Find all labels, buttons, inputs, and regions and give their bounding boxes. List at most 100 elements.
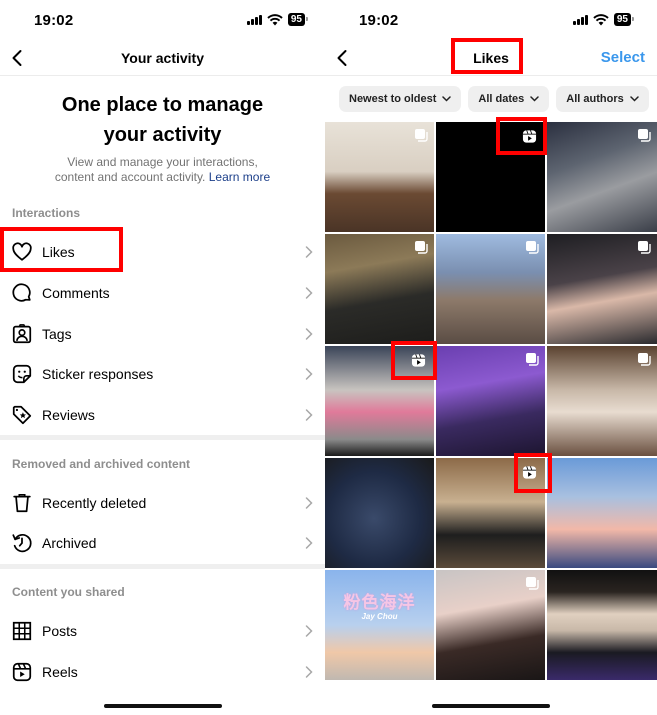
status-time: 19:02 [359, 12, 399, 29]
carousel-icon [526, 241, 539, 254]
filter-bar: Newest to oldest All dates All authors [339, 86, 649, 112]
menu-item-posts[interactable]: Posts [0, 611, 325, 651]
liked-post-thumbnail[interactable] [436, 346, 545, 456]
menu-label: Sticker responses [42, 366, 154, 382]
trash-icon [13, 493, 31, 513]
liked-post-thumbnail[interactable] [325, 234, 434, 344]
liked-post-thumbnail[interactable] [547, 570, 657, 680]
reel-icon [522, 466, 537, 479]
chevron-right-icon [305, 246, 313, 258]
date-filter-dropdown[interactable]: All dates [468, 86, 550, 112]
wifi-icon [267, 13, 283, 25]
liked-post-thumbnail[interactable] [436, 234, 545, 344]
hero-title-line-1: One place to manage [61, 94, 264, 116]
hero-subtitle-line-1: View and manage your interactions, [67, 155, 258, 169]
menu-item-reviews[interactable]: Reviews [0, 395, 325, 435]
menu-item-comments[interactable]: Comments [0, 273, 325, 313]
liked-post-thumbnail[interactable] [325, 458, 434, 568]
section-divider [0, 564, 325, 569]
grid-icon [12, 621, 32, 641]
reels-icon [12, 662, 32, 682]
tag-person-icon [12, 324, 32, 344]
menu-label: Likes [42, 244, 75, 260]
hero-title: One place to manage your activity [0, 90, 325, 150]
status-bar: 19:02 95 [325, 0, 657, 40]
section-label-removed-archived: Removed and archived content [12, 457, 191, 471]
carousel-icon [415, 129, 428, 142]
chevron-down-icon [442, 96, 452, 102]
status-icons: 95 [573, 13, 635, 26]
chevron-right-icon [305, 537, 313, 549]
carousel-icon [638, 353, 651, 366]
comment-icon [12, 283, 31, 302]
heart-icon [12, 242, 32, 261]
review-tag-icon [12, 405, 32, 425]
menu-label: Archived [42, 535, 97, 551]
chevron-right-icon [305, 328, 313, 340]
chip-label: All dates [478, 93, 525, 105]
chevron-right-icon [305, 497, 313, 509]
liked-post-thumbnail[interactable] [436, 122, 545, 232]
section-label-interactions: Interactions [12, 206, 81, 220]
menu-item-tags[interactable]: Tags [0, 314, 325, 354]
status-bar: 19:02 95 [0, 0, 325, 40]
menu-item-recently-deleted[interactable]: Recently deleted [0, 483, 325, 523]
chevron-down-icon [629, 96, 639, 102]
album-artist-text: Jay Chou [361, 612, 398, 621]
liked-post-thumbnail[interactable] [547, 346, 657, 456]
menu-item-sticker-responses[interactable]: Sticker responses [0, 354, 325, 394]
menu-item-archived[interactable]: Archived [0, 523, 325, 563]
likes-screen: 19:02 95 Likes Select Newest to oldest A… [325, 0, 657, 715]
battery-indicator: 95 [287, 13, 309, 26]
menu-label: Comments [42, 285, 110, 301]
status-icons: 95 [247, 13, 309, 26]
liked-post-thumbnail[interactable] [325, 346, 434, 456]
wifi-icon [593, 13, 609, 25]
chevron-right-icon [305, 368, 313, 380]
archive-history-icon [12, 533, 32, 553]
carousel-icon [638, 241, 651, 254]
liked-post-thumbnail[interactable] [547, 234, 657, 344]
menu-item-likes[interactable]: Likes [0, 232, 325, 272]
menu-label: Reviews [42, 407, 95, 423]
home-indicator [103, 704, 222, 708]
liked-post-thumbnail[interactable] [436, 570, 545, 680]
chip-label: All authors [566, 93, 624, 105]
liked-post-thumbnail[interactable] [547, 458, 657, 568]
battery-indicator: 95 [613, 13, 635, 26]
chevron-down-icon [530, 96, 540, 102]
liked-post-thumbnail[interactable] [325, 122, 434, 232]
liked-post-thumbnail[interactable] [547, 122, 657, 232]
menu-item-reels[interactable]: Reels [0, 652, 325, 692]
nav-bar: Likes Select [325, 40, 657, 76]
menu-label: Recently deleted [42, 495, 147, 511]
carousel-icon [526, 353, 539, 366]
learn-more-link[interactable]: Learn more [209, 170, 270, 184]
author-filter-dropdown[interactable]: All authors [556, 86, 649, 112]
chip-label: Newest to oldest [349, 93, 437, 105]
carousel-icon [415, 241, 428, 254]
home-indicator [432, 704, 550, 708]
sticker-icon [12, 364, 32, 384]
hero-subtitle: View and manage your interactions, conte… [0, 155, 325, 185]
hero-subtitle-line-2: content and account activity. [54, 170, 206, 184]
page-title: Your activity [121, 50, 204, 66]
reel-icon [411, 354, 426, 367]
reel-icon [522, 130, 537, 143]
signal-icon [247, 14, 262, 25]
select-button[interactable]: Select [601, 49, 645, 66]
signal-icon [573, 14, 588, 25]
section-divider [0, 435, 325, 440]
status-time: 19:02 [34, 12, 74, 29]
section-label-content-shared: Content you shared [12, 585, 125, 599]
sort-order-dropdown[interactable]: Newest to oldest [339, 86, 462, 112]
carousel-icon [638, 129, 651, 142]
chevron-right-icon [305, 625, 313, 637]
liked-posts-grid: 粉色海洋 Jay Chou [325, 122, 657, 680]
liked-post-thumbnail[interactable] [436, 458, 545, 568]
hero-title-line-2: your activity [103, 124, 222, 146]
carousel-icon [526, 577, 539, 590]
chevron-right-icon [305, 666, 313, 678]
menu-label: Posts [42, 623, 78, 639]
liked-post-thumbnail[interactable]: 粉色海洋 Jay Chou [325, 570, 434, 680]
